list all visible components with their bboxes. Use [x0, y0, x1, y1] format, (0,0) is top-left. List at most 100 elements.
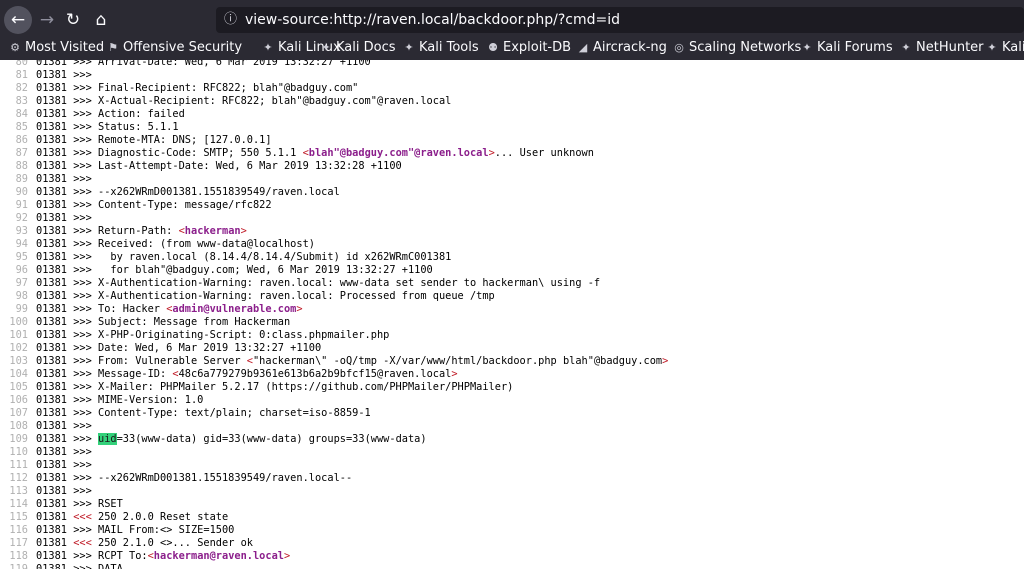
line-text: 01381 >>> X-Authentication-Warning: rave… — [36, 290, 495, 302]
line-text: 01381 >>> Last-Attempt-Date: Wed, 6 Mar … — [36, 160, 402, 172]
line-number: 97 — [15, 277, 28, 289]
line-text: 01381 >>> Date: Wed, 6 Mar 2019 13:32:27… — [36, 342, 322, 354]
source-line: 93 01381 >>> Return-Path: <hackerman> — [0, 225, 1024, 238]
source-line: 108 01381 >>> — [0, 420, 1024, 433]
kali-dragon-icon: ✦ — [321, 41, 331, 54]
bookmark-label: Aircrack-ng — [593, 40, 667, 55]
source-line: 90 01381 >>> --x262WRmD001381.1551839549/… — [0, 186, 1024, 199]
line-text: 01381 >>> From: Vulnerable Server <"hack… — [36, 355, 669, 367]
back-icon[interactable]: ← — [4, 6, 32, 34]
bookmark-scaling-networks[interactable]: ◎ Scaling Networks — [672, 38, 801, 58]
source-line: 116 01381 >>> MAIL From:<> SIZE=1500 — [0, 524, 1024, 537]
line-number: 80 — [15, 60, 28, 68]
source-line: 114 01381 >>> RSET — [0, 498, 1024, 511]
source-line: 110 01381 >>> — [0, 446, 1024, 459]
line-number: 83 — [15, 95, 28, 107]
line-text: 01381 >>> — [36, 459, 98, 471]
source-line: 111 01381 >>> — [0, 459, 1024, 472]
bookmark-label: NetHunter — [916, 40, 984, 55]
line-number: 99 — [15, 303, 28, 315]
gear-icon: ⚙ — [10, 41, 20, 54]
source-line: 99 01381 >>> To: Hacker <admin@vulnerable… — [0, 303, 1024, 316]
offsec-icon: ⚑ — [108, 41, 118, 54]
line-text: 01381 >>> — [36, 173, 98, 185]
source-line: 98 01381 >>> X-Authentication-Warning: ra… — [0, 290, 1024, 303]
line-number: 111 — [9, 459, 28, 471]
kali-dragon-icon: ✦ — [263, 41, 273, 54]
forward-icon[interactable]: → — [33, 6, 61, 34]
line-number: 101 — [9, 329, 28, 341]
line-number: 85 — [15, 121, 28, 133]
kali-dragon-icon: ✦ — [901, 41, 911, 54]
bookmark-exploit-db[interactable]: ⚉ Exploit-DB — [486, 38, 571, 58]
source-line: 119 01381 >>> DATA — [0, 563, 1024, 569]
source-line: 109 01381 >>> uid=33(www-data) gid=33(www… — [0, 433, 1024, 446]
address-bar[interactable]: ⓘ view-source:http://raven.local/backdoo… — [216, 7, 1024, 33]
url-text[interactable]: view-source:http://raven.local/backdoor.… — [245, 7, 620, 33]
line-text: 01381 <<< 250 2.0.0 Reset state — [36, 511, 229, 523]
bookmark-kali-docs[interactable]: ✦ Kali Docs — [319, 38, 396, 58]
bookmark-label: Scaling Networks — [689, 40, 802, 55]
line-text: 01381 >>> Final-Recipient: RFC822; blah"… — [36, 82, 359, 94]
source-line: 85 01381 >>> Status: 5.1.1 — [0, 121, 1024, 134]
reload-icon[interactable]: ↻ — [59, 6, 87, 34]
line-text: 01381 >>> for blah"@badguy.com; Wed, 6 M… — [36, 264, 433, 276]
source-line: 107 01381 >>> Content-Type: text/plain; c… — [0, 407, 1024, 420]
line-number: 110 — [9, 446, 28, 458]
line-text: 01381 >>> — [36, 420, 98, 432]
home-icon[interactable]: ⌂ — [87, 6, 115, 34]
bookmark-label: Kali — [1002, 40, 1024, 55]
bookmarks-toolbar: ⚙ Most Visited ⚑ Offensive Security ✦ Kali Li… — [0, 38, 1024, 58]
line-number: 117 — [9, 537, 28, 549]
bookmark-kali-tools[interactable]: ✦ Kali Tools — [402, 38, 479, 58]
line-text: 01381 >>> X-Authentication-Warning: rave… — [36, 277, 601, 289]
bookmark-label: Exploit-DB — [503, 40, 572, 55]
line-text: 01381 >>> --x262WRmD001381.1551839549/ra… — [36, 472, 353, 484]
line-number: 81 — [15, 69, 28, 81]
line-number: 113 — [9, 485, 28, 497]
bookmark-kali[interactable]: ✦ Kali — [985, 38, 1024, 58]
info-icon[interactable]: ⓘ — [224, 7, 237, 33]
source-line: 113 01381 >>> — [0, 485, 1024, 498]
line-number: 89 — [15, 173, 28, 185]
source-line: 83 01381 >>> X-Actual-Recipient: RFC822; … — [0, 95, 1024, 108]
bookmark-label: Kali Tools — [419, 40, 479, 55]
line-number: 108 — [9, 420, 28, 432]
bookmark-aircrack-ng[interactable]: ◢ Aircrack-ng — [576, 38, 667, 58]
source-line: 115 01381 <<< 250 2.0.0 Reset state — [0, 511, 1024, 524]
line-text: 01381 >>> DATA — [36, 563, 123, 569]
line-number: 118 — [9, 550, 28, 562]
source-line: 92 01381 >>> — [0, 212, 1024, 225]
line-number: 115 — [9, 511, 28, 523]
source-line: 106 01381 >>> MIME-Version: 1.0 — [0, 394, 1024, 407]
line-text: 01381 >>> — [36, 69, 98, 81]
browser-toolbar: ← → ↻ ⌂ ⓘ view-source:http://raven.local… — [0, 0, 1024, 60]
bookmark-kali-forums[interactable]: ✦ Kali Forums — [800, 38, 892, 58]
line-number: 100 — [9, 316, 28, 328]
line-number: 114 — [9, 498, 28, 510]
bookmark-most-visited[interactable]: ⚙ Most Visited — [8, 38, 104, 58]
line-number: 119 — [9, 563, 28, 569]
line-number: 84 — [15, 108, 28, 120]
line-text: 01381 >>> X-Actual-Recipient: RFC822; bl… — [36, 95, 452, 107]
source-line: 105 01381 >>> X-Mailer: PHPMailer 5.2.17 … — [0, 381, 1024, 394]
bookmark-label: Kali Docs — [336, 40, 396, 55]
line-number: 102 — [9, 342, 28, 354]
source-line: 87 01381 >>> Diagnostic-Code: SMTP; 550 5… — [0, 147, 1024, 160]
line-text: 01381 >>> X-PHP-Originating-Script: 0:cl… — [36, 329, 390, 341]
line-text: 01381 >>> — [36, 212, 98, 224]
bookmark-offensive-security[interactable]: ⚑ Offensive Security — [106, 38, 242, 58]
line-number: 93 — [15, 225, 28, 237]
view-source-content: 80 01381 >>> Arrival-Date: Wed, 6 Mar 201… — [0, 60, 1024, 569]
bookmark-label: Most Visited — [25, 40, 105, 55]
line-text: 01381 >>> by raven.local (8.14.4/8.14.4/… — [36, 251, 452, 263]
line-number: 96 — [15, 264, 28, 276]
line-number: 87 — [15, 147, 28, 159]
line-number: 109 — [9, 433, 28, 445]
line-text: 01381 >>> — [36, 446, 98, 458]
bookmark-nethunter[interactable]: ✦ NetHunter — [899, 38, 984, 58]
line-text: 01381 >>> X-Mailer: PHPMailer 5.2.17 (ht… — [36, 381, 514, 393]
line-text: 01381 >>> MAIL From:<> SIZE=1500 — [36, 524, 235, 536]
line-number: 92 — [15, 212, 28, 224]
source-line: 117 01381 <<< 250 2.1.0 <>... Sender ok — [0, 537, 1024, 550]
